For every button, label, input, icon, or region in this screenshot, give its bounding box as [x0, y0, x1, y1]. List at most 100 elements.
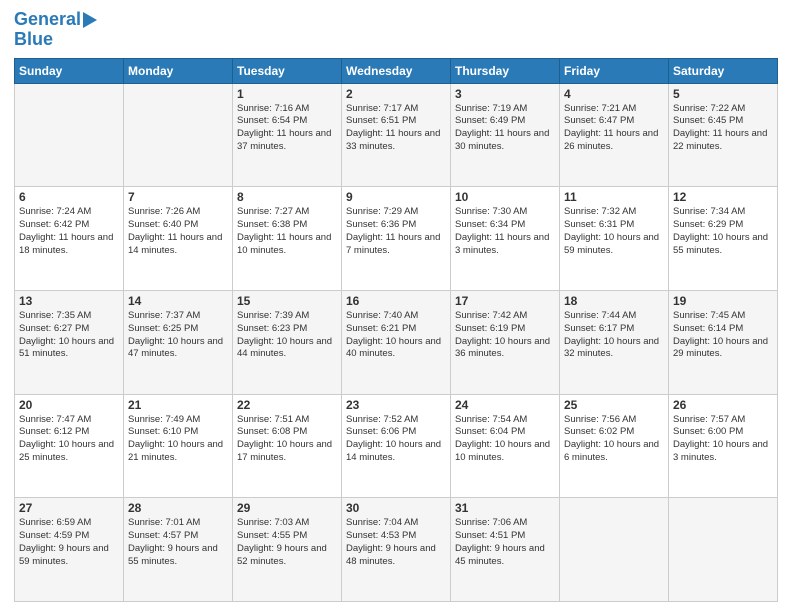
calendar-cell: 21 Sunrise: 7:49 AM Sunset: 6:10 PM Dayli…	[124, 394, 233, 498]
day-number: 2	[346, 87, 446, 101]
day-number: 20	[19, 398, 119, 412]
calendar-cell: 22Sunrise: 7:51 AM Sunset: 6:08 PM Dayli…	[233, 394, 342, 498]
logo: General Blue	[14, 10, 97, 50]
calendar-week-4: 20 Sunrise: 7:47 AM Sunset: 6:12 PM Dayli…	[15, 394, 778, 498]
day-number: 21	[128, 398, 228, 412]
day-number: 1	[237, 87, 337, 101]
calendar-cell: 1Sunrise: 7:16 AM Sunset: 6:54 PM Daylig…	[233, 83, 342, 187]
calendar-week-1: 1Sunrise: 7:16 AM Sunset: 6:54 PM Daylig…	[15, 83, 778, 187]
calendar-cell: 28Sunrise: 7:01 AM Sunset: 4:57 PM Dayli…	[124, 498, 233, 602]
calendar-week-5: 27 Sunrise: 6:59 AM Sunset: 4:59 PM Dayli…	[15, 498, 778, 602]
calendar-cell: 17Sunrise: 7:42 AM Sunset: 6:19 PM Dayli…	[451, 290, 560, 394]
calendar-cell: 3 Sunrise: 7:19 AM Sunset: 6:49 PM Daylig…	[451, 83, 560, 187]
day-info: Sunrise: 7:19 AM Sunset: 6:49 PM Dayligh…	[455, 103, 555, 154]
day-info: Sunrise: 7:17 AM Sunset: 6:51 PM Dayligh…	[346, 103, 446, 154]
calendar-cell	[15, 83, 124, 187]
day-number: 25	[564, 398, 664, 412]
logo-arrow-icon	[83, 12, 97, 28]
calendar-cell	[669, 498, 778, 602]
header: General Blue	[14, 10, 778, 50]
day-number: 3	[455, 87, 555, 101]
day-number: 5	[673, 87, 773, 101]
day-info: Sunrise: 7:34 AM Sunset: 6:29 PM Dayligh…	[673, 206, 773, 257]
calendar-cell: 18 Sunrise: 7:44 AM Sunset: 6:17 PM Dayli…	[560, 290, 669, 394]
day-number: 7	[128, 190, 228, 204]
calendar-cell: 9Sunrise: 7:29 AM Sunset: 6:36 PM Daylig…	[342, 187, 451, 291]
weekday-row: SundayMondayTuesdayWednesdayThursdayFrid…	[15, 58, 778, 83]
calendar-cell: 24Sunrise: 7:54 AM Sunset: 6:04 PM Dayli…	[451, 394, 560, 498]
weekday-header-friday: Friday	[560, 58, 669, 83]
day-info: Sunrise: 7:21 AM Sunset: 6:47 PM Dayligh…	[564, 103, 664, 154]
day-info: Sunrise: 7:06 AM Sunset: 4:51 PM Dayligh…	[455, 517, 555, 568]
day-info: Sunrise: 7:22 AM Sunset: 6:45 PM Dayligh…	[673, 103, 773, 154]
day-number: 16	[346, 294, 446, 308]
weekday-header-monday: Monday	[124, 58, 233, 83]
day-number: 29	[237, 501, 337, 515]
day-number: 17	[455, 294, 555, 308]
calendar-table: SundayMondayTuesdayWednesdayThursdayFrid…	[14, 58, 778, 602]
day-info: Sunrise: 7:35 AM Sunset: 6:27 PM Dayligh…	[19, 310, 119, 361]
page: General Blue SundayMondayTuesdayWednesda…	[0, 0, 792, 612]
day-number: 31	[455, 501, 555, 515]
calendar-cell: 14Sunrise: 7:37 AM Sunset: 6:25 PM Dayli…	[124, 290, 233, 394]
day-number: 15	[237, 294, 337, 308]
day-info: Sunrise: 7:57 AM Sunset: 6:00 PM Dayligh…	[673, 414, 773, 465]
day-number: 12	[673, 190, 773, 204]
day-info: Sunrise: 6:59 AM Sunset: 4:59 PM Dayligh…	[19, 517, 119, 568]
calendar-cell: 16 Sunrise: 7:40 AM Sunset: 6:21 PM Dayli…	[342, 290, 451, 394]
calendar-cell: 2 Sunrise: 7:17 AM Sunset: 6:51 PM Daylig…	[342, 83, 451, 187]
day-number: 6	[19, 190, 119, 204]
calendar-cell: 15 Sunrise: 7:39 AM Sunset: 6:23 PM Dayli…	[233, 290, 342, 394]
day-info: Sunrise: 7:26 AM Sunset: 6:40 PM Dayligh…	[128, 206, 228, 257]
day-number: 13	[19, 294, 119, 308]
calendar-cell	[560, 498, 669, 602]
day-info: Sunrise: 7:40 AM Sunset: 6:21 PM Dayligh…	[346, 310, 446, 361]
calendar-cell: 7 Sunrise: 7:26 AM Sunset: 6:40 PM Daylig…	[124, 187, 233, 291]
day-info: Sunrise: 7:30 AM Sunset: 6:34 PM Dayligh…	[455, 206, 555, 257]
calendar-week-3: 13 Sunrise: 7:35 AM Sunset: 6:27 PM Dayli…	[15, 290, 778, 394]
calendar-cell: 4Sunrise: 7:21 AM Sunset: 6:47 PM Daylig…	[560, 83, 669, 187]
day-number: 19	[673, 294, 773, 308]
day-number: 23	[346, 398, 446, 412]
calendar-cell: 26 Sunrise: 7:57 AM Sunset: 6:00 PM Dayli…	[669, 394, 778, 498]
calendar-cell: 11Sunrise: 7:32 AM Sunset: 6:31 PM Dayli…	[560, 187, 669, 291]
logo-general: General	[14, 9, 81, 29]
day-info: Sunrise: 7:01 AM Sunset: 4:57 PM Dayligh…	[128, 517, 228, 568]
calendar-cell: 5 Sunrise: 7:22 AM Sunset: 6:45 PM Daylig…	[669, 83, 778, 187]
day-number: 11	[564, 190, 664, 204]
calendar-header: SundayMondayTuesdayWednesdayThursdayFrid…	[15, 58, 778, 83]
day-number: 9	[346, 190, 446, 204]
calendar-cell: 19 Sunrise: 7:45 AM Sunset: 6:14 PM Dayli…	[669, 290, 778, 394]
day-info: Sunrise: 7:03 AM Sunset: 4:55 PM Dayligh…	[237, 517, 337, 568]
day-info: Sunrise: 7:47 AM Sunset: 6:12 PM Dayligh…	[19, 414, 119, 465]
day-info: Sunrise: 7:27 AM Sunset: 6:38 PM Dayligh…	[237, 206, 337, 257]
calendar-cell: 8Sunrise: 7:27 AM Sunset: 6:38 PM Daylig…	[233, 187, 342, 291]
logo-text-general: General	[14, 10, 81, 30]
day-number: 18	[564, 294, 664, 308]
calendar-cell: 31 Sunrise: 7:06 AM Sunset: 4:51 PM Dayli…	[451, 498, 560, 602]
day-number: 26	[673, 398, 773, 412]
calendar-week-2: 6 Sunrise: 7:24 AM Sunset: 6:42 PM Daylig…	[15, 187, 778, 291]
day-info: Sunrise: 7:52 AM Sunset: 6:06 PM Dayligh…	[346, 414, 446, 465]
day-info: Sunrise: 7:24 AM Sunset: 6:42 PM Dayligh…	[19, 206, 119, 257]
day-number: 24	[455, 398, 555, 412]
weekday-header-sunday: Sunday	[15, 58, 124, 83]
day-info: Sunrise: 7:39 AM Sunset: 6:23 PM Dayligh…	[237, 310, 337, 361]
weekday-header-tuesday: Tuesday	[233, 58, 342, 83]
calendar-cell: 29 Sunrise: 7:03 AM Sunset: 4:55 PM Dayli…	[233, 498, 342, 602]
day-info: Sunrise: 7:51 AM Sunset: 6:08 PM Dayligh…	[237, 414, 337, 465]
day-info: Sunrise: 7:37 AM Sunset: 6:25 PM Dayligh…	[128, 310, 228, 361]
day-info: Sunrise: 7:45 AM Sunset: 6:14 PM Dayligh…	[673, 310, 773, 361]
day-number: 30	[346, 501, 446, 515]
day-info: Sunrise: 7:49 AM Sunset: 6:10 PM Dayligh…	[128, 414, 228, 465]
day-info: Sunrise: 7:56 AM Sunset: 6:02 PM Dayligh…	[564, 414, 664, 465]
day-number: 27	[19, 501, 119, 515]
day-info: Sunrise: 7:04 AM Sunset: 4:53 PM Dayligh…	[346, 517, 446, 568]
calendar-cell: 12 Sunrise: 7:34 AM Sunset: 6:29 PM Dayli…	[669, 187, 778, 291]
calendar-cell: 30 Sunrise: 7:04 AM Sunset: 4:53 PM Dayli…	[342, 498, 451, 602]
calendar-body: 1Sunrise: 7:16 AM Sunset: 6:54 PM Daylig…	[15, 83, 778, 601]
calendar-cell	[124, 83, 233, 187]
day-info: Sunrise: 7:44 AM Sunset: 6:17 PM Dayligh…	[564, 310, 664, 361]
logo-text-blue: Blue	[14, 30, 53, 50]
calendar-cell: 6 Sunrise: 7:24 AM Sunset: 6:42 PM Daylig…	[15, 187, 124, 291]
